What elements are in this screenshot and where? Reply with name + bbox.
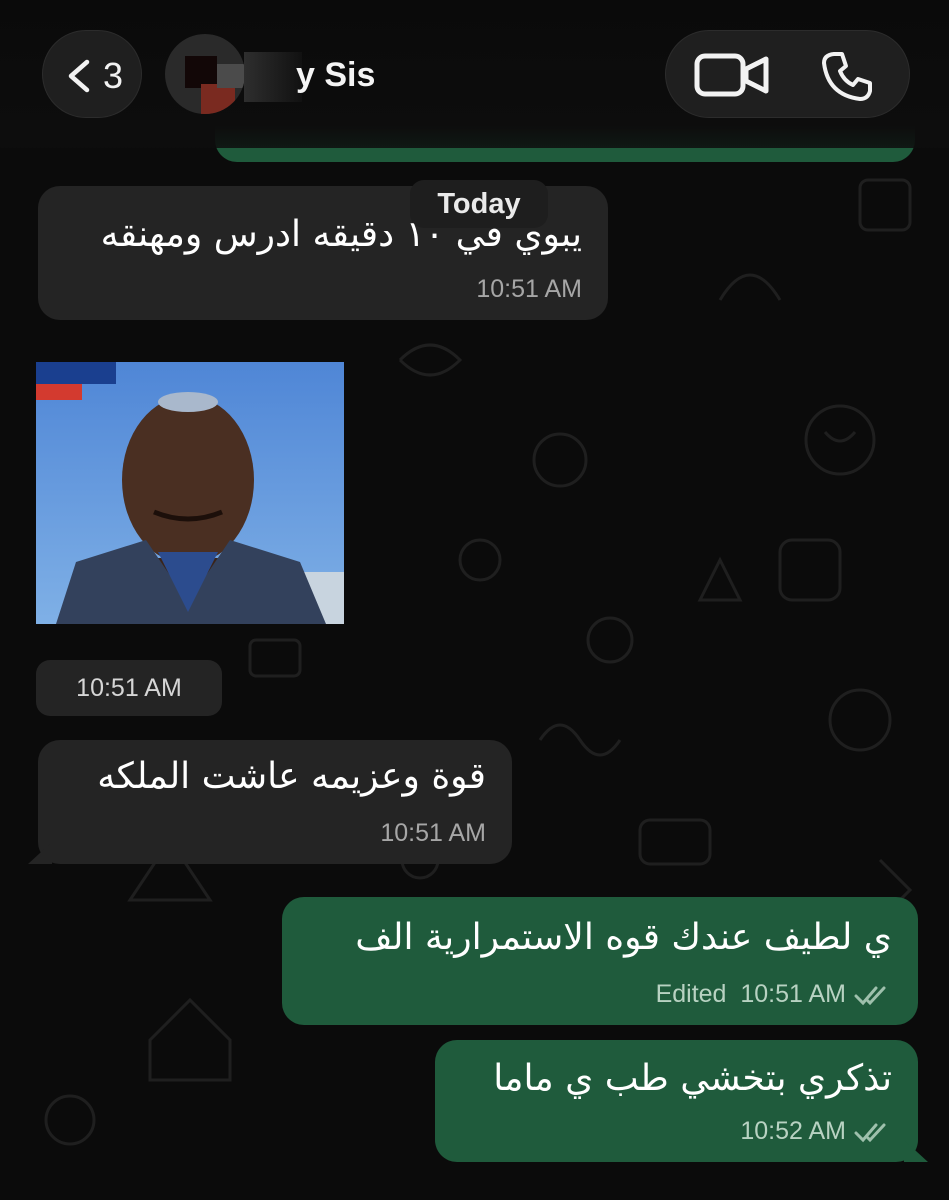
chat-header: 3 y Sis [0, 0, 949, 148]
message-bubble[interactable]: قوة وعزيمه عاشت الملكه 10:51 AM [28, 740, 512, 864]
double-check-icon [854, 986, 886, 1006]
message-time: 10:52 AM [740, 1117, 846, 1145]
avatar[interactable] [165, 34, 245, 114]
edited-label: Edited [655, 980, 727, 1008]
contact-name[interactable]: y Sis [296, 56, 375, 95]
double-check-icon [854, 1123, 886, 1143]
video-camera-icon[interactable] [694, 53, 770, 97]
message-meta: Edited 10:51 AM [656, 980, 892, 1009]
chevron-left-icon [68, 59, 90, 93]
message-time: 10:51 AM [380, 819, 486, 847]
message-time: 10:51 AM [740, 980, 846, 1008]
redacted-name-block [244, 52, 302, 102]
message-text: ي لطيف عندك قوه الاستمرارية الف [355, 917, 892, 958]
message-bubble[interactable]: تذكري بتخشي طب ي ماما 10:52 AM [435, 1040, 928, 1162]
message-time: 10:51 AM [476, 275, 582, 303]
message-text: تذكري بتخشي طب ي ماما [493, 1058, 892, 1099]
image-message[interactable] [36, 362, 344, 624]
message-text: قوة وعزيمه عاشت الملكه [97, 756, 486, 797]
call-actions [665, 30, 910, 118]
tv-news-photo [36, 362, 344, 624]
date-chip: Today [410, 180, 548, 228]
unread-count: 3 [103, 55, 124, 96]
phone-icon[interactable] [820, 49, 874, 103]
image-time: 10:51 AM [36, 660, 222, 716]
message-meta: 10:52 AM [740, 1117, 892, 1146]
message-bubble[interactable]: ي لطيف عندك قوه الاستمرارية الف Edited 1… [282, 897, 918, 1025]
back-button[interactable]: 3 [42, 30, 142, 118]
